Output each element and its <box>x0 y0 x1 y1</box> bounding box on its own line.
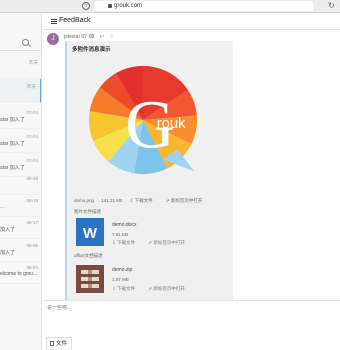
search-icon[interactable] <box>22 39 29 46</box>
sidebar-item[interactable]: 06-19 <box>0 171 41 195</box>
lock-icon <box>108 4 112 8</box>
file-button[interactable]: 文件 <box>46 337 73 350</box>
avatar[interactable]: J <box>47 33 59 45</box>
sidebar-item[interactable]: 06-04 elcome to grou... <box>0 260 41 284</box>
message-title: 多附件消息演示 <box>72 47 111 53</box>
sidebar-item[interactable]: 昨天 <box>0 55 41 79</box>
url-text[interactable]: grouk.com <box>114 2 174 11</box>
message-meta: jstestar 07-08 ↩ ☆ <box>64 34 114 41</box>
menu-icon[interactable] <box>51 19 57 24</box>
file-name[interactable]: demo.docx <box>112 222 136 228</box>
reload-icon[interactable]: ↻ <box>328 1 335 11</box>
image-attachment[interactable]: G rouk <box>84 61 202 179</box>
sidebar-item-label: 加入了 <box>0 250 16 256</box>
file-open-new-link[interactable]: ⇗ 新标签页中打开 <box>148 240 191 245</box>
sidebar-item-date: 06-19 <box>26 176 38 181</box>
sidebar-item[interactable]: 07-04 star 加入了 <box>0 105 41 129</box>
image-download-link[interactable]: ⇩ 下载文件 <box>130 198 159 203</box>
file-actions: ⇩ 下载文件 ⇗ 新标签页中打开 <box>112 286 197 292</box>
sidebar-item-label: star 加入了 <box>0 117 25 123</box>
composer: 文件 <box>43 300 340 350</box>
sidebar-item[interactable]: 昨天 <box>0 79 41 103</box>
message-bubble: 多附件消息演示 G rouk demo.png 141.21 KB ⇩ 下载文件… <box>65 41 233 309</box>
file-download-link[interactable]: ⇩ 下载文件 <box>112 286 141 291</box>
sidebar-item-date: 06-05 <box>26 243 38 248</box>
word-file-icon[interactable]: W <box>76 218 104 246</box>
image-caption: 图片文件描述 <box>74 209 101 214</box>
sidebar-item-date: 昨天 <box>29 60 38 65</box>
star-icon[interactable]: ☆ <box>109 34 113 40</box>
sidebar-item-label: ... <box>0 204 5 210</box>
author-name[interactable]: jstestar <box>64 34 80 40</box>
main-panel: FeedBack J jstestar 07-08 ↩ ☆ 多附件消息演示 G … <box>43 13 340 350</box>
file-caption: office文档描述 <box>74 253 103 258</box>
message-date: 07-08 <box>81 34 95 40</box>
svg-text:W: W <box>83 225 98 242</box>
file-actions: ⇩ 下载文件 ⇗ 新标签页中打开 <box>112 240 197 246</box>
image-size: 141.21 KB <box>101 198 123 203</box>
sidebar-item-label: star 加入了 <box>0 165 25 171</box>
sidebar-item-date: 昨天 <box>27 84 36 89</box>
sidebar-item-date: 06-19 <box>26 198 38 203</box>
sidebar-item-date: 07-04 <box>26 158 38 163</box>
sidebar-item[interactable]: 06-05 加入了 <box>0 238 41 262</box>
file-download-link[interactable]: ⇩ 下载文件 <box>112 240 141 245</box>
file-name[interactable]: demo.zip <box>112 267 132 273</box>
logo-text: rouk <box>157 116 186 132</box>
conversation-sidebar: 昨天 昨天 07-04 star 加入了 07-04 star 加入了 07-04 star … <box>0 13 42 350</box>
sidebar-item-date: 06-17 <box>26 220 38 225</box>
file-open-new-link[interactable]: ⇗ 新标签页中打开 <box>148 286 191 291</box>
file-size: 7.81 KB <box>112 232 129 237</box>
channel-header: FeedBack <box>43 13 340 30</box>
sidebar-item-label: star 加入了 <box>0 141 25 147</box>
file-size: 1.07 MB <box>112 277 129 282</box>
sidebar-item[interactable]: 06-17 加入了 <box>0 215 41 239</box>
reply-icon[interactable]: ↩ <box>100 34 104 40</box>
info-icon[interactable]: i <box>82 2 90 10</box>
sidebar-item-date: 06-04 <box>26 265 38 270</box>
sidebar-item-label: 加入了 <box>0 227 16 233</box>
sidebar-item-label: elcome to grou... <box>0 271 38 277</box>
message-input[interactable] <box>47 305 247 311</box>
image-open-new-link[interactable]: ⇗ 新标签页中打开 <box>166 198 209 203</box>
sidebar-item-date: 07-04 <box>26 110 38 115</box>
image-name: demo.png <box>74 198 95 203</box>
sidebar-item[interactable]: 07-04 star 加入了 <box>0 129 41 153</box>
sidebar-item[interactable]: 06-19... <box>0 193 41 217</box>
image-meta: demo.png 141.21 KB ⇩ 下载文件 ⇗ 新标签页中打开 <box>74 198 214 204</box>
page-title: FeedBack <box>59 17 91 24</box>
sidebar-divider <box>0 50 41 51</box>
sidebar-item-date: 07-04 <box>26 134 38 139</box>
file-icon <box>50 341 54 346</box>
browser-toolbar: i grouk.com ↻ <box>0 0 340 13</box>
zip-file-icon[interactable] <box>76 265 104 293</box>
